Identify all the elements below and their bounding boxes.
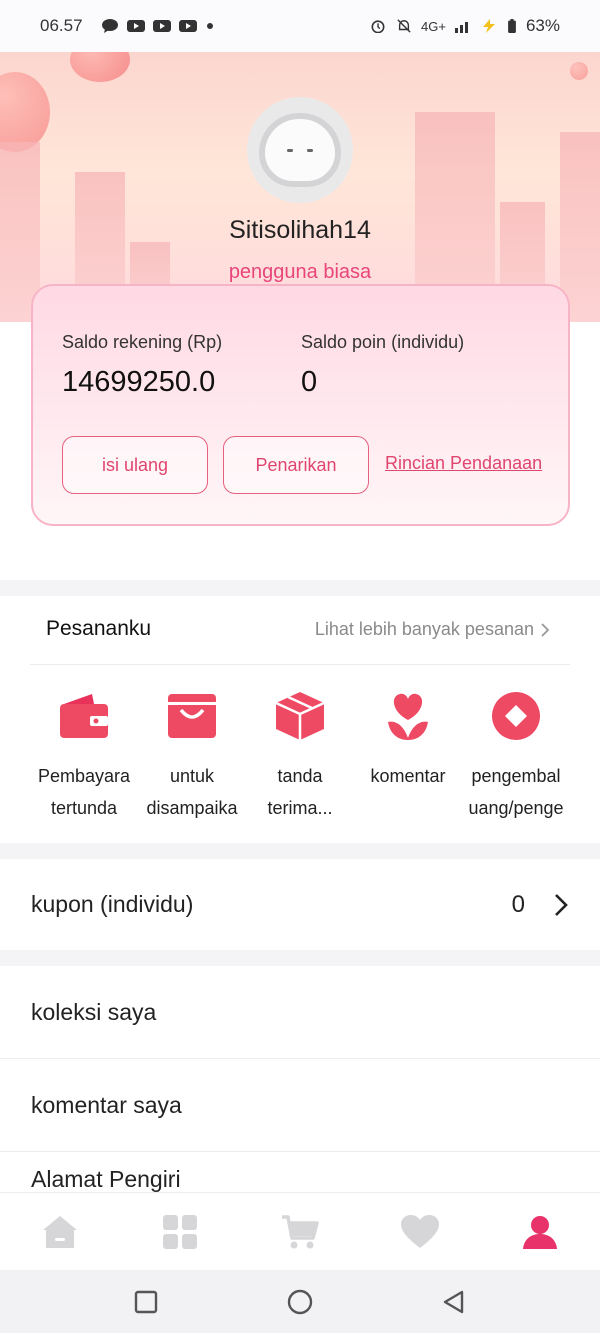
user-level: pengguna biasa bbox=[228, 261, 372, 283]
order-to-receive[interactable]: tanda terima... bbox=[246, 690, 354, 824]
order-label-line1: tanda bbox=[277, 766, 323, 786]
points-balance-label: Saldo poin (individu) bbox=[301, 332, 465, 352]
nav-categories[interactable] bbox=[120, 1193, 240, 1270]
nav-cart[interactable] bbox=[240, 1193, 360, 1270]
coupon-count: 0 bbox=[511, 890, 525, 918]
grid-icon bbox=[163, 1214, 197, 1249]
order-label-line1: pengembal bbox=[471, 766, 561, 786]
charging-icon bbox=[482, 19, 495, 33]
coupon-row[interactable]: kupon (individu) 0 bbox=[0, 859, 600, 950]
youtube-icon bbox=[152, 20, 171, 32]
my-collection-row[interactable]: koleksi saya bbox=[0, 966, 600, 1058]
package-icon bbox=[275, 692, 325, 740]
alarm-icon bbox=[371, 20, 385, 33]
network-type: 4G+ bbox=[421, 18, 446, 34]
balance-card: Saldo rekening (Rp) 14699250.0 Saldo poi… bbox=[31, 284, 570, 526]
my-reviews-row[interactable]: komentar saya bbox=[0, 1059, 600, 1151]
order-to-ship[interactable]: untuk disampaika bbox=[138, 690, 246, 824]
balloon-decoration bbox=[570, 62, 588, 80]
chevron-right-icon bbox=[555, 893, 568, 916]
status-time: 06.57 bbox=[40, 16, 83, 35]
order-review[interactable]: komentar bbox=[354, 690, 462, 792]
wallet-icon bbox=[60, 694, 108, 738]
nav-home[interactable] bbox=[0, 1193, 120, 1270]
section-divider bbox=[0, 580, 600, 596]
order-label-line1: untuk bbox=[169, 766, 215, 786]
nav-favorites[interactable] bbox=[360, 1193, 480, 1270]
flower-icon bbox=[388, 693, 428, 740]
cart-icon bbox=[282, 1214, 319, 1248]
my-reviews-label: komentar saya bbox=[31, 1091, 182, 1118]
mute-icon bbox=[397, 19, 411, 33]
chat-bubble-icon bbox=[101, 19, 118, 33]
shipping-address-label: Alamat Pengiri bbox=[31, 1166, 181, 1192]
battery-level: 63% bbox=[525, 16, 560, 35]
order-label-line1: komentar bbox=[370, 766, 446, 786]
row-divider bbox=[0, 1151, 600, 1152]
username: Sitisolihah14 bbox=[229, 216, 371, 244]
back-icon[interactable] bbox=[442, 1290, 466, 1314]
points-balance-value: 0 bbox=[301, 366, 318, 398]
dot-icon bbox=[206, 23, 213, 29]
section-divider bbox=[0, 950, 600, 966]
orders-title: Pesananku bbox=[46, 617, 152, 640]
orders-divider bbox=[30, 664, 570, 665]
account-balance-label: Saldo rekening (Rp) bbox=[62, 332, 223, 352]
order-label-line1: Pembayara bbox=[37, 766, 131, 786]
view-more-orders-label: Lihat lebih banyak pesanan bbox=[314, 619, 534, 639]
order-label-line2: terima... bbox=[267, 798, 333, 818]
heart-icon bbox=[401, 1214, 439, 1248]
home-circle-icon[interactable] bbox=[287, 1289, 313, 1315]
chevron-right-icon bbox=[541, 622, 550, 637]
bottom-nav bbox=[0, 1192, 600, 1270]
funding-details-link[interactable]: Rincian Pendanaan bbox=[385, 453, 542, 474]
refund-icon bbox=[492, 692, 540, 740]
youtube-icon bbox=[126, 20, 145, 32]
shopping-bag-icon bbox=[168, 694, 216, 738]
section-divider bbox=[0, 843, 600, 859]
order-pending-payment[interactable]: Pembayara tertunda bbox=[30, 690, 138, 824]
my-collection-label: koleksi saya bbox=[31, 998, 157, 1025]
home-icon bbox=[43, 1215, 77, 1248]
withdraw-button[interactable]: Penarikan bbox=[223, 436, 369, 494]
balloon-decoration bbox=[70, 52, 130, 82]
view-more-orders-link[interactable]: Lihat lebih banyak pesanan bbox=[315, 619, 550, 640]
system-navigation-bar bbox=[0, 1270, 600, 1333]
topup-button[interactable]: isi ulang bbox=[62, 436, 208, 494]
signal-icon bbox=[454, 22, 468, 33]
order-label-line2: disampaika bbox=[146, 798, 238, 818]
profile-icon bbox=[523, 1215, 557, 1249]
battery-icon bbox=[508, 19, 516, 33]
youtube-icon bbox=[178, 20, 197, 32]
status-bar: 06.57 4G+ 63% bbox=[0, 0, 600, 52]
recent-apps-icon[interactable] bbox=[134, 1290, 158, 1314]
avatar-face-icon bbox=[259, 113, 341, 187]
order-label-line2: uang/penge bbox=[468, 798, 564, 818]
nav-profile[interactable] bbox=[480, 1193, 600, 1270]
coupon-label: kupon (individu) bbox=[31, 891, 194, 917]
balloon-decoration bbox=[0, 72, 50, 152]
order-label-line2: tertunda bbox=[50, 798, 118, 818]
account-balance-value: 14699250.0 bbox=[62, 366, 216, 398]
order-refund[interactable]: pengembal uang/penge bbox=[462, 690, 570, 824]
avatar[interactable] bbox=[247, 97, 353, 203]
